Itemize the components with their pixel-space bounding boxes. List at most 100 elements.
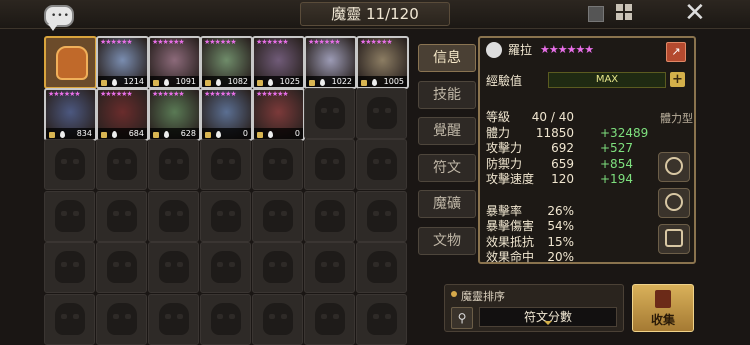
empty-slot[interactable] xyxy=(252,190,303,242)
empty-slot[interactable] xyxy=(356,293,407,345)
lock-icon xyxy=(205,131,211,138)
exp-value: MAX xyxy=(595,74,619,85)
collect-button[interactable]: 收集 xyxy=(632,284,694,332)
empty-slot[interactable] xyxy=(356,87,407,139)
chevron-down-icon xyxy=(544,321,552,325)
book-icon xyxy=(655,290,671,308)
monster-info-bar: 1005 xyxy=(358,76,407,87)
monster-slot[interactable]: ★★★★★★ 1214 xyxy=(96,36,149,89)
chat-bubble-icon[interactable]: ••• xyxy=(44,5,74,31)
monster-name: 羅拉 xyxy=(508,43,533,57)
empty-slot[interactable] xyxy=(304,87,355,139)
empty-slot[interactable] xyxy=(96,190,147,242)
empty-slot[interactable] xyxy=(356,139,407,190)
empty-monster-icon xyxy=(107,302,137,335)
close-icon[interactable]: ✕ xyxy=(684,0,708,26)
empty-monster-icon xyxy=(107,251,137,283)
monster-slot[interactable]: ★★★★★★ 0 xyxy=(252,87,305,141)
lock-icon xyxy=(361,80,367,86)
collect-label: 收集 xyxy=(650,313,675,327)
monster-slot[interactable]: ★★★★★★ 628 xyxy=(148,87,201,141)
monster-info-bar: 1214 xyxy=(98,76,147,87)
empty-slot[interactable] xyxy=(200,139,251,190)
page-title: 魔靈 11/120 xyxy=(331,5,419,23)
empty-slot[interactable] xyxy=(200,242,251,293)
empty-slot[interactable] xyxy=(44,139,95,190)
stat-name: 攻擊力 xyxy=(486,141,523,156)
monster-slot[interactable]: ★★★★★★ 834 xyxy=(44,87,97,141)
empty-slot[interactable] xyxy=(148,190,199,242)
sort-dropdown[interactable]: 符文分數 xyxy=(479,307,617,327)
empty-monster-icon xyxy=(315,199,345,232)
monster-slot[interactable]: ★★★★★★ 1091 xyxy=(148,36,201,89)
empty-slot[interactable] xyxy=(304,293,355,345)
monster-value: 0 xyxy=(242,128,248,138)
empty-monster-icon xyxy=(263,251,293,283)
monster-slot[interactable]: ★★★★★★ 1022 xyxy=(304,36,357,89)
empty-slot[interactable] xyxy=(356,190,407,242)
empty-monster-icon xyxy=(211,199,241,232)
empty-slot[interactable] xyxy=(44,293,95,345)
empty-slot[interactable] xyxy=(148,139,199,190)
tab-2[interactable]: 覺醒 xyxy=(418,117,476,145)
empty-slot[interactable] xyxy=(148,293,199,345)
empty-slot[interactable] xyxy=(96,293,147,345)
empty-slot[interactable] xyxy=(96,242,147,293)
settings-button[interactable] xyxy=(658,224,690,254)
stat-name: 防禦力 xyxy=(486,156,523,171)
empty-slot[interactable] xyxy=(200,190,251,242)
empty-slot[interactable] xyxy=(44,190,95,242)
skill-view-button[interactable] xyxy=(658,152,690,182)
empty-slot[interactable] xyxy=(252,242,303,293)
empty-slot[interactable] xyxy=(44,242,95,293)
add-exp-button[interactable]: + xyxy=(670,72,685,87)
monster-value: 684 xyxy=(128,128,144,138)
lock-icon xyxy=(101,80,107,86)
sort-title: 魔靈排序 xyxy=(461,290,505,303)
empty-slot[interactable] xyxy=(252,139,303,190)
monster-slot[interactable]: ★★★★★★ 1005 xyxy=(356,36,409,89)
empty-slot[interactable] xyxy=(200,293,251,345)
list-view-icon[interactable] xyxy=(588,6,604,22)
stat-row: 暴擊傷害 54% xyxy=(486,219,646,235)
stat-row: 效果抵抗 15% xyxy=(486,235,646,251)
tab-3[interactable]: 符文 xyxy=(418,153,476,182)
empty-slot[interactable] xyxy=(304,190,355,242)
tab-4[interactable]: 魔礦 xyxy=(418,190,476,218)
monster-slot[interactable]: ★★★★★★ 684 xyxy=(96,87,149,141)
drop-icon xyxy=(216,79,221,86)
monster-slot[interactable]: ★★★★★★ 1082 xyxy=(200,36,253,89)
share-icon[interactable]: ↗ xyxy=(666,42,686,62)
grid-view-icon[interactable] xyxy=(616,4,632,20)
tab-5[interactable]: 文物 xyxy=(418,226,476,255)
monster-slot[interactable]: ★★★★★★ 0 xyxy=(200,87,253,141)
monster-slot-selected[interactable] xyxy=(44,36,97,89)
monster-face-button[interactable] xyxy=(658,188,690,218)
empty-monster-icon xyxy=(55,148,85,180)
empty-monster-icon xyxy=(367,199,397,232)
monster-value: 1025 xyxy=(279,77,300,86)
monster-value: 0 xyxy=(294,128,300,138)
stat-bonus: +32489 xyxy=(600,125,649,140)
monster-stars: ★★★★★★ xyxy=(256,38,289,46)
stat-name: 等級 xyxy=(486,110,511,124)
lock-icon xyxy=(257,131,263,138)
tab-1[interactable]: 技能 xyxy=(418,80,476,109)
monster-info-bar: 1022 xyxy=(306,76,355,87)
empty-slot[interactable] xyxy=(304,139,355,190)
empty-slot[interactable] xyxy=(252,293,303,345)
empty-slot[interactable] xyxy=(96,139,147,190)
tab-0[interactable]: 信息 xyxy=(418,44,476,72)
empty-slot[interactable] xyxy=(148,242,199,293)
empty-slot[interactable] xyxy=(304,242,355,293)
monster-value: 1005 xyxy=(383,77,404,86)
empty-slot[interactable] xyxy=(356,242,407,293)
search-button[interactable]: ⚲ xyxy=(451,307,473,329)
monster-value: 1022 xyxy=(331,77,352,86)
empty-monster-icon xyxy=(367,96,397,129)
stat-value: 15% xyxy=(547,234,574,249)
lock-icon xyxy=(257,80,263,86)
monster-slot[interactable]: ★★★★★★ 1025 xyxy=(252,36,305,89)
stat-value: 692 xyxy=(551,141,574,156)
stat-name: 體力 xyxy=(486,125,511,140)
